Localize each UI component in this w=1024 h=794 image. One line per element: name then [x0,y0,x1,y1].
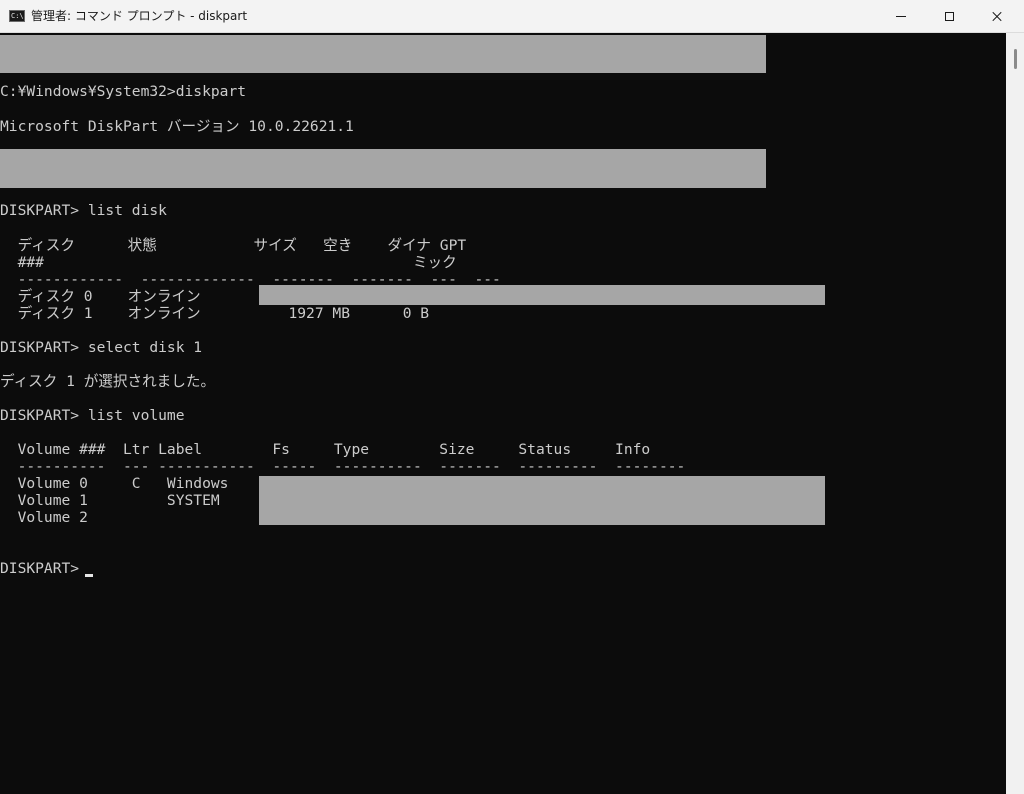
volume-table-header: Volume ### Ltr Label Fs Type Size Status… [0,441,651,458]
console-line-prompt-diskpart: C:¥Windows¥System32>diskpart [0,83,247,100]
console-output[interactable]: C:¥Windows¥System32>diskpart Microsoft D… [0,33,1006,794]
console-line-list-disk: DISKPART> list disk [0,202,167,219]
disk-table-header-2: ### ミック [0,254,457,271]
title-bar[interactable]: C:\ 管理者: コマンド プロンプト - diskpart [0,0,1024,33]
volume-row-2: Volume 2 [0,509,88,526]
console-line-version: Microsoft DiskPart バージョン 10.0.22621.1 [0,118,354,135]
volume-row-1: Volume 1 SYSTEM [0,492,220,509]
close-button[interactable] [974,0,1020,32]
redacted-block [0,35,766,73]
disk-table-header: ディスク 状態 サイズ 空き ダイナ GPT [0,237,467,254]
text-cursor [85,574,93,577]
disk-row-1: ディスク 1 オンライン 1927 MB 0 B [0,305,430,322]
console-line-list-volume: DISKPART> list volume [0,407,185,424]
redacted-block [259,285,825,305]
scroll-thumb[interactable] [1014,49,1017,69]
console-line-current-prompt: DISKPART> [0,560,88,577]
volume-table-separator: ---------- --- ----------- ----- -------… [0,458,686,475]
disk-row-0: ディスク 0 オンライン [0,288,201,305]
command-prompt-window: C:\ 管理者: コマンド プロンプト - diskpart C:¥Window… [0,0,1024,794]
maximize-icon [944,11,954,21]
redacted-block [0,149,766,188]
vertical-scrollbar[interactable] [1006,33,1024,794]
console-line-disk-selected: ディスク 1 が選択されました。 [0,373,216,390]
maximize-button[interactable] [926,0,972,32]
redacted-block [259,476,825,525]
console-line-select-disk: DISKPART> select disk 1 [0,339,203,356]
minimize-button[interactable] [878,0,924,32]
cmd-app-icon[interactable]: C:\ [9,10,25,22]
minimize-icon [896,15,906,17]
volume-row-0: Volume 0 C Windows [0,475,229,492]
close-icon [991,10,1003,22]
window-title: 管理者: コマンド プロンプト - diskpart [31,9,248,23]
